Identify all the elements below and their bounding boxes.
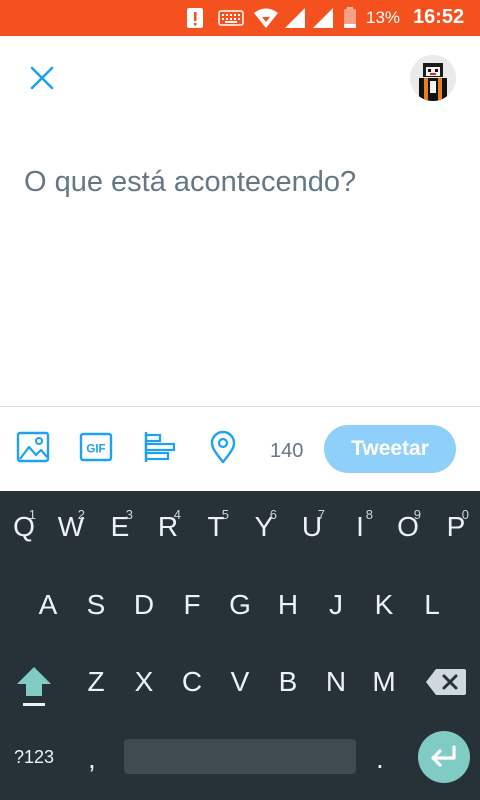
enter-icon (431, 745, 456, 767)
keyboard-icon (218, 10, 244, 26)
key[interactable]: Y6 (247, 507, 281, 543)
enter-key[interactable] (418, 731, 470, 783)
battery-icon (344, 7, 356, 28)
key-hint: 7 (317, 507, 325, 522)
key[interactable]: X (127, 666, 161, 698)
key-hint: 2 (77, 507, 85, 522)
shift-icon (17, 667, 51, 706)
tweet-button[interactable]: Tweetar (324, 425, 456, 473)
character-count: 140 (270, 440, 304, 462)
key-hint: 5 (221, 507, 229, 522)
close-icon (30, 66, 54, 90)
period-key[interactable]: . (376, 743, 384, 775)
wifi-icon (254, 8, 278, 28)
key[interactable]: W2 (53, 507, 89, 543)
close-button[interactable] (20, 56, 64, 100)
avatar[interactable] (410, 55, 456, 101)
key-hint: 0 (461, 507, 469, 522)
key[interactable]: L (415, 589, 449, 621)
key-hint: 4 (173, 507, 181, 522)
key-hint: 9 (413, 507, 421, 522)
key[interactable]: B (271, 666, 305, 698)
image-icon[interactable] (16, 430, 50, 464)
space-key[interactable] (124, 739, 356, 774)
avatar-image (410, 55, 456, 101)
key[interactable]: R4 (151, 507, 185, 543)
symbols-key[interactable]: ?123 (14, 747, 54, 768)
backspace-icon (426, 669, 466, 695)
key[interactable]: Q1 (8, 507, 40, 543)
shift-key[interactable] (14, 663, 54, 709)
key[interactable]: T5 (199, 507, 233, 543)
key[interactable]: S (79, 589, 113, 621)
key[interactable]: P0 (439, 507, 473, 543)
toolbar-divider (0, 406, 480, 407)
key-hint: 3 (125, 507, 133, 522)
key[interactable]: I8 (343, 507, 377, 543)
clock: 16:52 (413, 6, 465, 28)
key[interactable]: A (31, 589, 65, 621)
status-bar: 13% 16:52 (0, 0, 480, 36)
backspace-key[interactable] (424, 667, 468, 697)
battery-percent: 13% (366, 8, 401, 27)
location-icon[interactable] (206, 430, 240, 464)
gif-icon-label: GIF (86, 444, 105, 456)
key[interactable]: F (175, 589, 209, 621)
key-hint: 6 (269, 507, 277, 522)
key[interactable]: Z (79, 666, 113, 698)
key[interactable]: C (175, 666, 209, 698)
tweet-compose-input[interactable] (24, 158, 454, 206)
signal-icon (313, 8, 333, 28)
key[interactable]: J (319, 589, 353, 621)
key[interactable]: O9 (391, 507, 425, 543)
key[interactable]: E3 (103, 507, 137, 543)
key-hint: 8 (365, 507, 373, 522)
comma-key[interactable]: , (88, 743, 96, 775)
key-hint: 1 (28, 507, 36, 522)
key[interactable]: G (223, 589, 257, 621)
signal-icon (285, 8, 305, 28)
key[interactable]: N (319, 666, 353, 698)
keyboard: Q1 W2 E3 R4 T5 Y6 U7 I8 O9 P0 A S D F G … (0, 491, 480, 800)
key[interactable]: H (271, 589, 305, 621)
key[interactable]: M (364, 666, 404, 698)
key[interactable]: D (127, 589, 161, 621)
poll-icon[interactable] (144, 430, 178, 464)
key[interactable]: V (223, 666, 257, 698)
alert-icon (187, 8, 203, 28)
key[interactable]: K (367, 589, 401, 621)
gif-icon[interactable]: GIF (79, 430, 113, 464)
key[interactable]: U7 (295, 507, 329, 543)
